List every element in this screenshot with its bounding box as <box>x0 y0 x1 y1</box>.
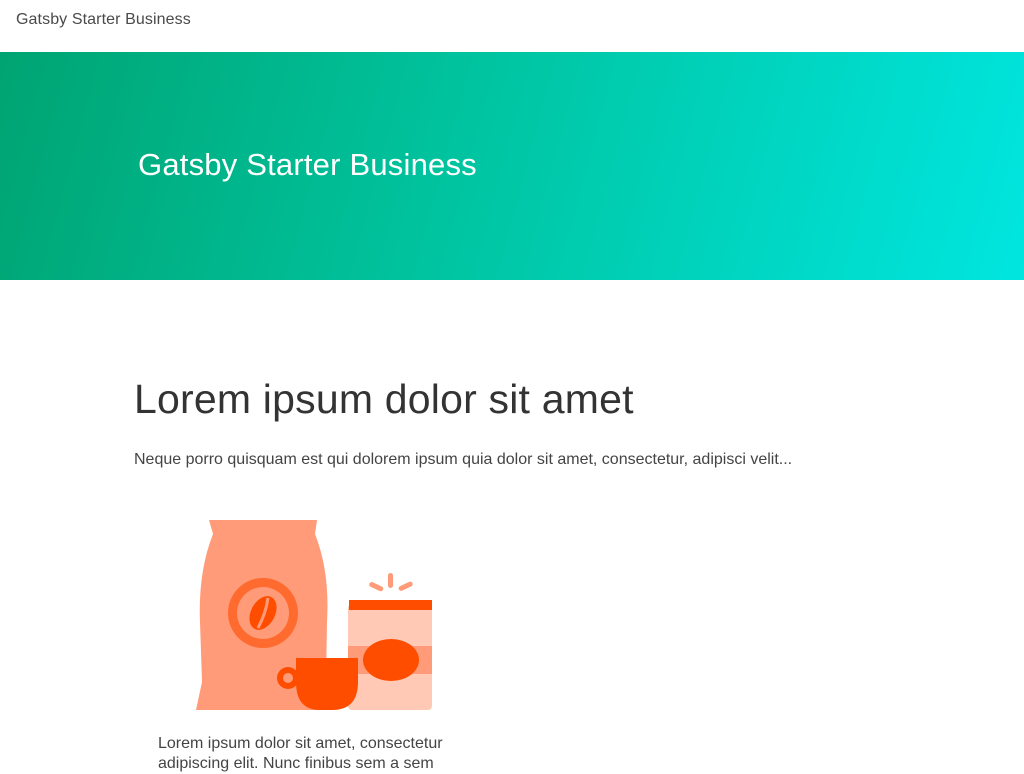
feature-description: Lorem ipsum dolor sit amet, consectetur … <box>158 735 443 772</box>
hero-banner: Gatsby Starter Business <box>0 52 1024 280</box>
top-navbar: Gatsby Starter Business <box>0 0 1024 52</box>
hero-title: Gatsby Starter Business <box>138 147 477 182</box>
coffee-illustration-icon <box>196 520 432 710</box>
section-heading: Lorem ipsum dolor sit amet <box>134 376 634 422</box>
section-intro-text: Neque porro quisquam est qui dolorem ips… <box>134 451 793 468</box>
site-brand-link[interactable]: Gatsby Starter Business <box>16 11 191 29</box>
